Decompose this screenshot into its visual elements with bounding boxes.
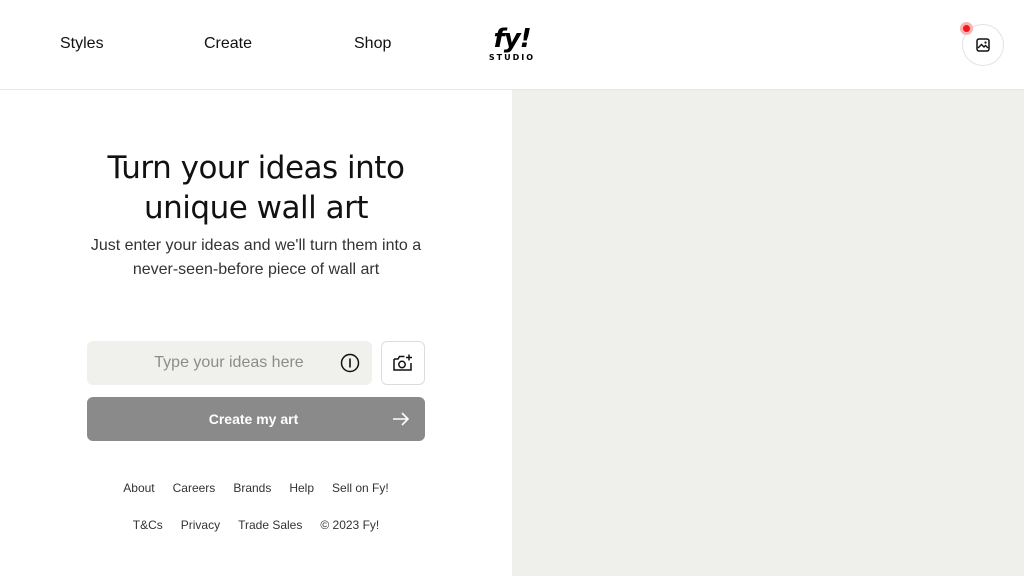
footer-link-careers[interactable]: Careers bbox=[173, 481, 216, 495]
subtitle-line-2: never-seen-before piece of wall art bbox=[132, 261, 380, 278]
nav-styles-link[interactable]: Styles bbox=[60, 35, 104, 53]
footer-link-about[interactable]: About bbox=[123, 481, 154, 495]
logo-subtitle: STUDIO bbox=[488, 53, 536, 62]
prompt-input[interactable] bbox=[87, 341, 337, 385]
image-icon bbox=[976, 38, 990, 52]
upload-image-button[interactable] bbox=[381, 341, 425, 385]
headline-line-1: Turn your ideas into bbox=[107, 150, 405, 186]
notification-dot bbox=[960, 22, 973, 35]
footer-link-sell[interactable]: Sell on Fy! bbox=[332, 481, 389, 495]
footer-link-terms[interactable]: T&Cs bbox=[133, 518, 163, 532]
create-panel: Turn your ideas into unique wall art Jus… bbox=[0, 90, 512, 576]
logo-mark: fy! bbox=[493, 24, 531, 54]
site-header: Styles Create Shop fy! STUDIO bbox=[0, 0, 1024, 90]
copyright-text: © 2023 Fy! bbox=[320, 518, 380, 532]
footer-legal-links: T&Cs Privacy Trade Sales © 2023 Fy! bbox=[0, 518, 512, 532]
footer-links: About Careers Brands Help Sell on Fy! bbox=[0, 481, 512, 495]
fy-studio-logo[interactable]: fy! STUDIO bbox=[486, 26, 538, 62]
footer-link-help[interactable]: Help bbox=[289, 481, 314, 495]
create-button-label: Create my art bbox=[208, 411, 299, 427]
prompt-field bbox=[87, 341, 372, 385]
info-icon[interactable] bbox=[340, 353, 360, 373]
page-title: Turn your ideas into unique wall art bbox=[56, 148, 456, 228]
subtitle-line-1: Just enter your ideas and we'll turn the… bbox=[90, 237, 422, 254]
nav-create-link[interactable]: Create bbox=[204, 35, 252, 53]
camera-add-icon bbox=[393, 354, 412, 371]
footer-link-privacy[interactable]: Privacy bbox=[181, 518, 220, 532]
art-preview-panel bbox=[512, 90, 1024, 576]
page-subtitle: Just enter your ideas and we'll turn the… bbox=[66, 234, 446, 282]
headline-line-2: unique wall art bbox=[144, 190, 369, 226]
footer-link-brands[interactable]: Brands bbox=[233, 481, 271, 495]
arrow-right-icon bbox=[393, 412, 410, 426]
nav-shop-link[interactable]: Shop bbox=[354, 35, 391, 53]
footer-link-trade-sales[interactable]: Trade Sales bbox=[238, 518, 302, 532]
create-my-art-button[interactable]: Create my art bbox=[87, 397, 425, 441]
